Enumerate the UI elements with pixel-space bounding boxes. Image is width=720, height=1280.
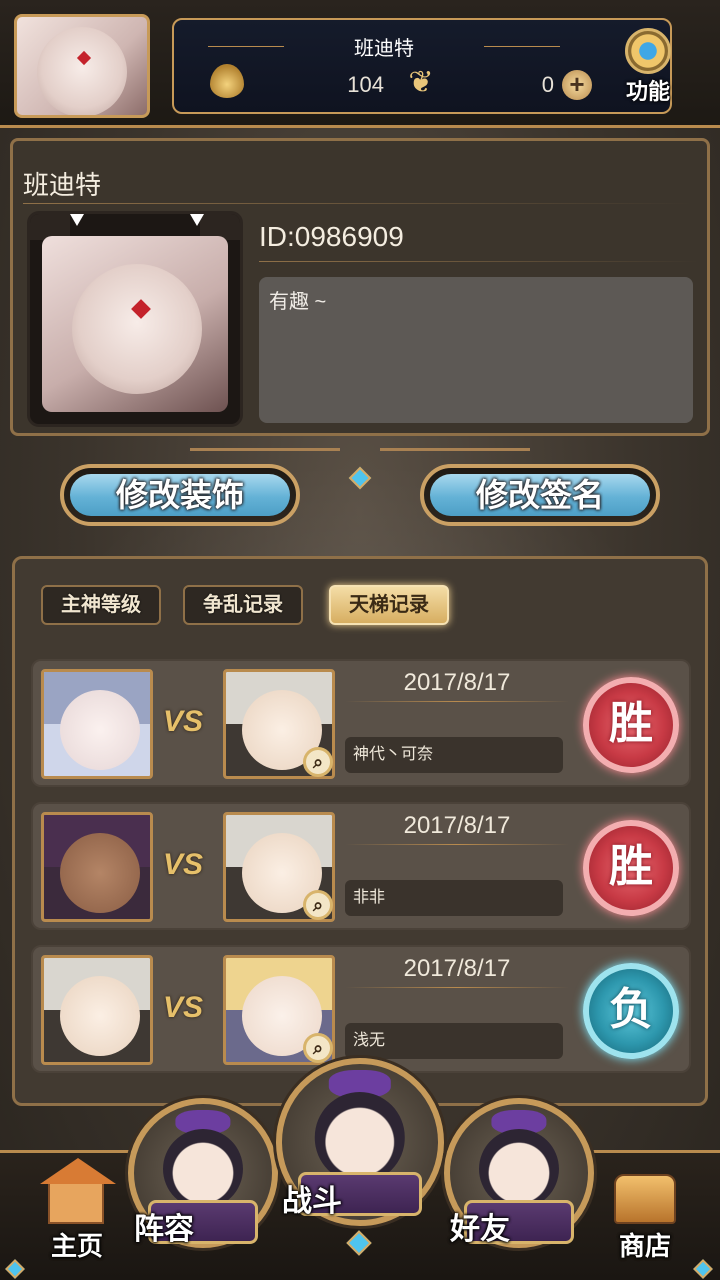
gem-amount: 0 bbox=[541, 72, 554, 97]
match-date: 2017/8/17 bbox=[403, 812, 511, 839]
nav-team-label: 阵容 bbox=[134, 1213, 194, 1246]
edit-signature-label: 修改签名 bbox=[430, 474, 650, 516]
magnifier-icon[interactable]: ⌕ bbox=[303, 1033, 333, 1063]
player-avatar bbox=[41, 812, 153, 922]
butterfly-icon: ❦ bbox=[408, 66, 434, 99]
divider bbox=[345, 701, 569, 702]
divider bbox=[345, 844, 569, 845]
nav-friends-label: 好友 bbox=[450, 1213, 510, 1246]
top-bar: 班迪特 104 ❦ 0 + 功能 bbox=[0, 0, 720, 128]
match-date: 2017/8/17 bbox=[403, 955, 511, 982]
opponent-name: 非非 bbox=[345, 880, 563, 916]
house-icon bbox=[48, 1180, 104, 1224]
nav-shop[interactable]: 商店 bbox=[590, 1162, 700, 1272]
chibi-character-icon bbox=[162, 1128, 244, 1209]
divider bbox=[259, 261, 699, 262]
edit-signature-button[interactable]: 修改签名 bbox=[420, 464, 660, 526]
function-label: 功能 bbox=[625, 79, 670, 104]
record-panel: 主神等级 争乱记录 天梯记录 VS ⌕ 2017/8/17 神代丶可奈 胜 VS… bbox=[12, 556, 708, 1106]
function-button[interactable]: 功能 bbox=[612, 28, 684, 108]
divider bbox=[380, 448, 530, 451]
frame-tooth bbox=[70, 214, 84, 226]
divider bbox=[345, 987, 569, 988]
avatar-face bbox=[60, 833, 140, 913]
nav-home-label: 主页 bbox=[50, 1231, 103, 1261]
nav-battle[interactable]: 战斗 bbox=[276, 1058, 444, 1226]
signature-text: 有趣 ~ bbox=[259, 277, 693, 423]
lose-badge: 负 bbox=[583, 963, 679, 1059]
avatar-face bbox=[37, 27, 127, 115]
player-avatar bbox=[41, 669, 153, 779]
tab-melee-record[interactable]: 争乱记录 bbox=[183, 585, 303, 625]
player-avatar-small[interactable] bbox=[14, 14, 150, 118]
user-id: ID:0986909 bbox=[259, 221, 404, 252]
nav-shop-label: 商店 bbox=[618, 1231, 671, 1261]
chibi-character-icon bbox=[314, 1092, 406, 1183]
divider bbox=[190, 448, 340, 451]
magnifier-icon[interactable]: ⌕ bbox=[303, 747, 333, 777]
vs-label: VS bbox=[163, 705, 204, 738]
match-row: VS ⌕ 2017/8/17 非非 胜 bbox=[31, 802, 691, 930]
chibi-character-icon bbox=[478, 1128, 560, 1209]
portrait-image bbox=[42, 236, 228, 412]
nav-friends[interactable]: 好友 bbox=[444, 1098, 594, 1248]
vs-label: VS bbox=[163, 991, 204, 1024]
profile-panel: 班迪特 ID:0986909 有趣 ~ bbox=[10, 138, 710, 436]
opponent-name: 神代丶可奈 bbox=[345, 737, 563, 773]
flame-coin-icon bbox=[210, 64, 244, 98]
match-row: VS ⌕ 2017/8/17 神代丶可奈 胜 bbox=[31, 659, 691, 787]
profile-portrait[interactable] bbox=[27, 211, 243, 427]
tab-god-level[interactable]: 主神等级 bbox=[41, 585, 161, 625]
add-currency-button[interactable]: + bbox=[562, 70, 592, 100]
win-badge: 胜 bbox=[583, 820, 679, 916]
house-roof bbox=[40, 1158, 116, 1184]
player-avatar bbox=[41, 955, 153, 1065]
nav-team[interactable]: 阵容 bbox=[128, 1098, 278, 1248]
tab-ladder-record[interactable]: 天梯记录 bbox=[329, 585, 449, 625]
profile-name: 班迪特 bbox=[23, 170, 102, 200]
player-name: 班迪特 bbox=[354, 38, 414, 60]
match-row: VS ⌕ 2017/8/17 浅无 负 bbox=[31, 945, 691, 1073]
avatar-face bbox=[60, 976, 140, 1056]
nav-home[interactable]: 主页 bbox=[22, 1158, 132, 1272]
vs-label: VS bbox=[163, 848, 204, 881]
portrait-face bbox=[72, 264, 202, 394]
gear-icon bbox=[625, 28, 671, 74]
avatar-face bbox=[60, 690, 140, 770]
treasure-chest-icon bbox=[614, 1174, 676, 1224]
win-badge: 胜 bbox=[583, 677, 679, 773]
edit-decoration-label: 修改装饰 bbox=[70, 474, 290, 516]
nav-battle-label: 战斗 bbox=[282, 1185, 342, 1218]
match-date: 2017/8/17 bbox=[403, 669, 511, 696]
edit-decoration-button[interactable]: 修改装饰 bbox=[60, 464, 300, 526]
divider bbox=[23, 203, 693, 204]
player-status-bar: 班迪特 104 ❦ 0 + bbox=[172, 18, 672, 114]
currency-amount: 104 bbox=[347, 72, 384, 97]
frame-tooth bbox=[190, 214, 204, 226]
opponent-name: 浅无 bbox=[345, 1023, 563, 1059]
magnifier-icon[interactable]: ⌕ bbox=[303, 890, 333, 920]
